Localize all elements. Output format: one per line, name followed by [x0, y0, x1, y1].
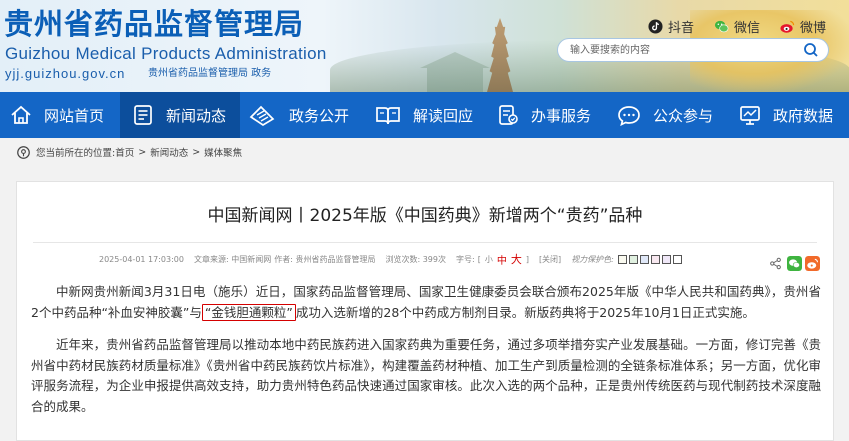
site-url: yjj.guizhou.gov.cn — [5, 66, 126, 81]
breadcrumb-link-news[interactable]: 新闻动态 — [150, 145, 188, 159]
breadcrumb: 您当前所在的位置: 首页 > 新闻动态 > 媒体聚焦 — [0, 138, 849, 166]
article-views: 浏览次数: 399次 — [385, 254, 446, 264]
service-icon — [499, 105, 518, 125]
document-icon — [249, 105, 275, 127]
main-nav: 网站首页 新闻动态 政务公开 解读回应 办事服务 公众参与 政府数据 — [0, 92, 849, 138]
share-buttons — [769, 256, 820, 271]
nav-item-label: 办事服务 — [531, 106, 592, 125]
swatch-button[interactable] — [617, 254, 627, 264]
eye-protection-swatches — [617, 254, 682, 264]
site-logo-title[interactable]: 贵州省药品监督管理局 — [4, 4, 304, 44]
search-icon[interactable] — [803, 42, 819, 58]
article-body: 中新网贵州新闻3月31日电（施乐）近日，国家药品监督管理局、国家卫生健康委员会联… — [31, 282, 821, 429]
article-author: 作者: 贵州省药品监督管理局 — [274, 254, 376, 264]
title-divider — [33, 242, 817, 243]
social-douyin-label: 抖音 — [668, 21, 695, 36]
font-size-small-button[interactable]: 小 — [485, 254, 493, 265]
swatch-button[interactable] — [650, 254, 660, 264]
news-icon — [134, 105, 152, 125]
search-box — [557, 38, 829, 62]
book-icon — [376, 107, 400, 125]
site-logo-english: Guizhou Medical Products Administration — [5, 44, 327, 63]
font-size-bracket-open: [ — [477, 254, 481, 264]
article-title: 中国新闻网丨2025年版《中国药典》新增两个“贵药”品种 — [207, 206, 643, 226]
breadcrumb-link-home[interactable]: 首页 — [115, 145, 134, 159]
social-weibo-label: 微博 — [800, 21, 827, 36]
breadcrumb-link-media[interactable]: 媒体聚焦 — [204, 145, 242, 159]
paragraph-1-text-b: 成功入选新增的28个中药成方制剂目录。新版药典将于2025年10月1日正式实施。 — [295, 304, 755, 320]
font-size-label: 字号: — [455, 254, 475, 264]
nav-item-label: 网站首页 — [44, 106, 105, 125]
nav-item-label: 政务公开 — [289, 106, 350, 125]
nav-item-label: 公众参与 — [653, 106, 714, 125]
swatch-button[interactable] — [628, 254, 638, 264]
social-weibo[interactable]: 微博 — [780, 17, 826, 36]
weibo-share-icon[interactable] — [805, 256, 820, 271]
eye-protection-label: 视力保护色: — [571, 254, 614, 264]
nav-item-gov-data[interactable]: 政府数据 — [739, 92, 849, 138]
social-wechat-label: 微信 — [734, 21, 761, 36]
close-article-link[interactable]: [关闭] — [539, 254, 561, 265]
wechat-share-icon[interactable] — [787, 256, 802, 271]
nav-item-participation[interactable]: 公众参与 — [617, 92, 729, 138]
nav-item-services[interactable]: 办事服务 — [497, 92, 607, 138]
font-size-large-button[interactable]: 大 — [511, 251, 522, 267]
chat-icon — [618, 106, 640, 126]
header-banner: 贵州省药品监督管理局 Guizhou Medical Products Admi… — [0, 0, 849, 92]
social-wechat[interactable]: 微信 — [714, 17, 760, 36]
nav-item-label: 新闻动态 — [166, 106, 227, 125]
nav-item-gov-affairs[interactable]: 政务公开 — [247, 92, 365, 138]
font-size-medium-button[interactable]: 中 — [497, 252, 507, 267]
breadcrumb-prefix: 您当前所在的位置: — [36, 148, 116, 159]
highlighted-product-name: “金钱胆通颗粒” — [201, 303, 296, 321]
article-paragraph: 中新网贵州新闻3月31日电（施乐）近日，国家药品监督管理局、国家卫生健康委员会联… — [31, 282, 821, 323]
breadcrumb-separator: > — [192, 146, 201, 158]
nav-item-interpretation[interactable]: 解读回应 — [375, 92, 485, 138]
data-icon — [740, 106, 760, 125]
article-panel: 中国新闻网丨2025年版《中国药典》新增两个“贵药”品种 2025-04-01 … — [16, 181, 834, 441]
breadcrumb-separator: > — [138, 146, 147, 158]
weibo-icon — [780, 20, 795, 33]
nav-item-home[interactable]: 网站首页 — [0, 92, 120, 138]
font-size-bracket-close: ] — [525, 254, 529, 264]
douyin-icon — [648, 19, 663, 34]
swatch-button[interactable] — [639, 254, 649, 264]
search-input[interactable] — [570, 42, 790, 58]
social-links: 抖音 微信 微博 — [648, 17, 826, 36]
article-paragraph: 近年来，贵州省药品监督管理局以推动本地中药民族药进入国家药典为重要任务，通过多项… — [31, 337, 821, 414]
swatch-button[interactable] — [672, 254, 682, 264]
article-source: 文章来源: 中国新闻网 — [193, 254, 272, 264]
swatch-button[interactable] — [661, 254, 671, 264]
site-sub-label: 贵州省药品监督管理局 政务 — [148, 68, 272, 79]
share-icon[interactable] — [769, 257, 782, 270]
social-douyin[interactable]: 抖音 — [648, 17, 694, 36]
home-icon — [11, 105, 31, 124]
nav-item-label: 政府数据 — [773, 106, 834, 125]
nav-item-news[interactable]: 新闻动态 — [120, 92, 240, 138]
wechat-icon — [714, 20, 729, 33]
article-date: 2025-04-01 17:03:00 — [99, 254, 184, 264]
location-pin-icon — [17, 145, 30, 159]
nav-item-label: 解读回应 — [413, 106, 474, 125]
article-meta: 2025-04-01 17:03:00 文章来源: 中国新闻网 作者: 贵州省药… — [99, 251, 692, 267]
